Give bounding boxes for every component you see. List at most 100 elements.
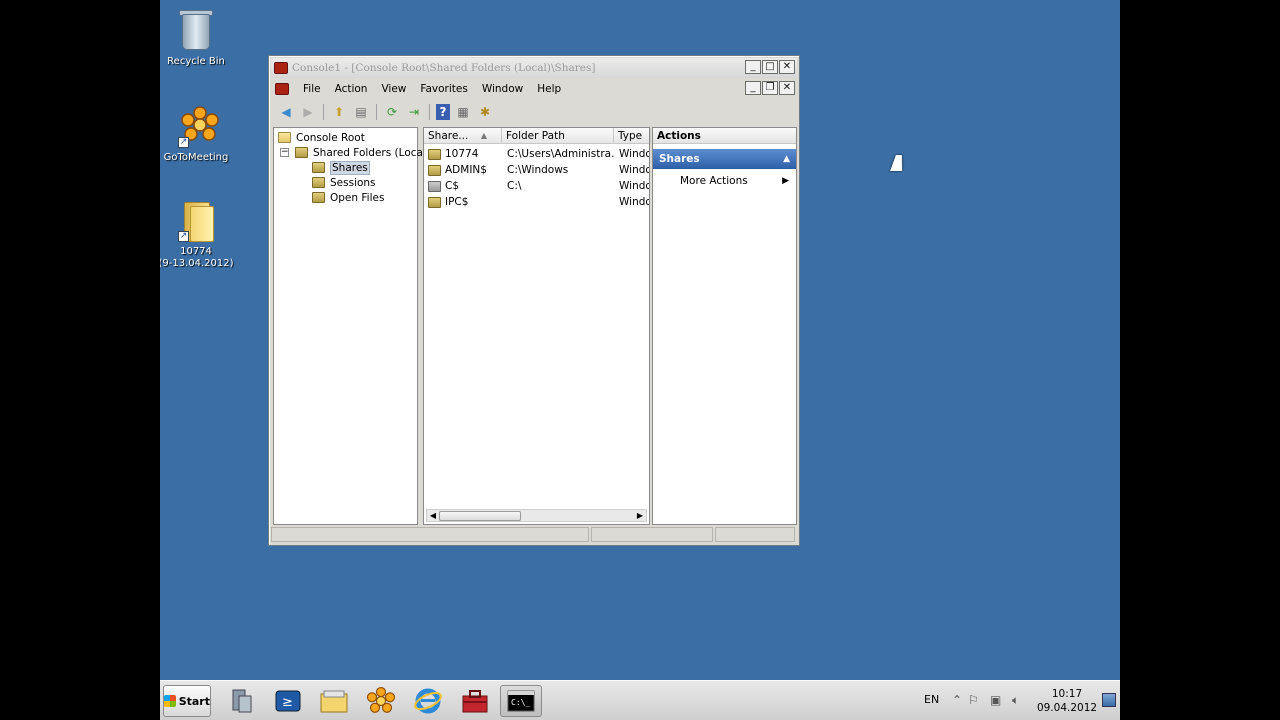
list-item[interactable]: IPC$ Windo bbox=[424, 194, 649, 210]
column-header-type[interactable]: Type bbox=[614, 128, 651, 144]
tree-item-sessions[interactable]: Sessions bbox=[312, 175, 376, 190]
show-desktop-button[interactable] bbox=[1102, 693, 1116, 707]
taskbar-explorer[interactable] bbox=[313, 685, 355, 717]
volume-icon[interactable]: 🔈︎ bbox=[1012, 693, 1019, 708]
sessions-icon bbox=[312, 177, 325, 188]
taskbar-powershell[interactable]: ≥ bbox=[267, 685, 309, 717]
desktop-icon-label: 10774 bbox=[180, 246, 212, 257]
scroll-right-icon[interactable]: ▶ bbox=[634, 510, 646, 521]
new-share-icon[interactable]: ✱ bbox=[476, 104, 494, 120]
status-cell bbox=[591, 527, 713, 542]
submenu-arrow-icon: ▶ bbox=[782, 176, 789, 186]
desktop-icon-gotomeeting[interactable]: ↗ GoToMeeting bbox=[160, 104, 236, 164]
tree-item-shares[interactable]: Shares bbox=[312, 160, 370, 175]
maximize-button[interactable]: □ bbox=[762, 60, 778, 74]
clock-date: 09.04.2012 bbox=[1036, 702, 1098, 714]
folder-path: C:\ bbox=[507, 180, 522, 192]
share-name: 10774 bbox=[445, 148, 479, 160]
start-button[interactable]: Start bbox=[163, 685, 211, 717]
child-close-button[interactable]: ✕ bbox=[779, 81, 795, 95]
share-icon bbox=[428, 165, 441, 176]
actions-pane: Actions Shares ▲ More Actions ▶ bbox=[652, 127, 797, 525]
export-list-icon[interactable]: ⇥ bbox=[405, 104, 423, 120]
menu-help[interactable]: Help bbox=[531, 83, 569, 95]
desktop-icon-label: Recycle Bin bbox=[167, 56, 225, 67]
tree-item-label: Sessions bbox=[330, 176, 376, 189]
more-actions-item[interactable]: More Actions ▶ bbox=[653, 173, 796, 189]
child-restore-button[interactable]: ❐ bbox=[762, 81, 778, 95]
show-hide-console-tree-icon[interactable]: ▤ bbox=[352, 104, 370, 120]
mmc-app-icon[interactable] bbox=[274, 62, 288, 74]
gotomeeting-icon: ↗ bbox=[176, 104, 219, 148]
drive-share-icon bbox=[428, 181, 441, 192]
network-icon[interactable]: ▣ bbox=[990, 693, 1001, 707]
actions-header: Actions bbox=[653, 128, 796, 144]
show-hidden-icons-icon[interactable]: ⌃ bbox=[952, 693, 962, 707]
scroll-left-icon[interactable]: ◀ bbox=[427, 510, 439, 521]
collapse-section-icon[interactable]: ▲ bbox=[783, 149, 790, 169]
menu-file[interactable]: File bbox=[297, 83, 329, 95]
desktop: Recycle Bin ↗ GoToMeeting ↗ 10774 (9-13.… bbox=[160, 0, 1120, 680]
console-tree: Console Root − Shared Folders (Local) Sh… bbox=[273, 127, 430, 525]
title-bar[interactable]: Console1 - [Console Root\Shared Folders … bbox=[271, 58, 797, 78]
server-manager-icon bbox=[232, 689, 252, 713]
refresh-icon[interactable]: ⟳ bbox=[383, 104, 401, 120]
taskbar: Start ≥ C:\_ EN ⌃ ⚐ ▣ 🔈︎ 10:17 09.04.201… bbox=[160, 680, 1120, 720]
desktop-icon-recycle-bin[interactable]: Recycle Bin bbox=[160, 8, 236, 68]
back-icon[interactable]: ◀ bbox=[277, 104, 295, 120]
language-indicator[interactable]: EN bbox=[924, 693, 939, 706]
show-hide-action-pane-icon[interactable]: ▦ bbox=[454, 104, 472, 120]
list-header: Share... ▲ Folder Path Type bbox=[424, 128, 651, 144]
list-item[interactable]: C$ C:\ Windo bbox=[424, 178, 649, 194]
tree-item-label: Shares bbox=[330, 160, 370, 175]
list-item[interactable]: 10774 C:\Users\Administra... Windo bbox=[424, 146, 649, 162]
clock[interactable]: 10:17 09.04.2012 bbox=[1036, 687, 1098, 715]
internet-explorer-icon bbox=[414, 688, 442, 714]
desktop-icon-folder-10774[interactable]: ↗ 10774 (9-13.04.2012) bbox=[160, 198, 236, 270]
share-name: ADMIN$ bbox=[445, 164, 487, 176]
shares-icon bbox=[312, 162, 325, 173]
tree-item-label: Shared Folders (Local) bbox=[313, 146, 430, 159]
close-button[interactable]: ✕ bbox=[779, 60, 795, 74]
column-header-share-name[interactable]: Share... ▲ bbox=[424, 128, 502, 144]
section-label: Shares bbox=[659, 153, 700, 165]
desktop-icon-label: GoToMeeting bbox=[163, 152, 229, 163]
desktop-icon-sublabel: (9-13.04.2012) bbox=[160, 258, 234, 269]
horizontal-scrollbar[interactable]: ◀ ▶ bbox=[426, 509, 647, 522]
taskbar-toolbox[interactable] bbox=[454, 685, 496, 717]
taskbar-command-prompt[interactable]: C:\_ bbox=[500, 685, 542, 717]
minimize-button[interactable]: _ bbox=[745, 60, 761, 74]
clock-time: 10:17 bbox=[1051, 688, 1083, 700]
scrollbar-thumb[interactable] bbox=[439, 511, 521, 521]
folder-icon: ↗ bbox=[176, 198, 216, 242]
mmc-window: Console1 - [Console Root\Shared Folders … bbox=[268, 55, 800, 546]
sort-ascending-icon: ▲ bbox=[480, 131, 487, 140]
taskbar-server-manager[interactable] bbox=[220, 685, 262, 717]
menu-window[interactable]: Window bbox=[476, 83, 531, 95]
taskbar-internet-explorer[interactable] bbox=[407, 685, 449, 717]
menu-view[interactable]: View bbox=[375, 83, 414, 95]
tree-item-console-root[interactable]: Console Root bbox=[278, 130, 365, 145]
menu-favorites[interactable]: Favorites bbox=[414, 83, 475, 95]
forward-icon[interactable]: ▶ bbox=[299, 104, 317, 120]
tree-item-shared-folders[interactable]: − Shared Folders (Local) bbox=[280, 145, 430, 160]
up-one-level-icon[interactable]: ⬆ bbox=[330, 104, 348, 120]
window-title: Console1 - [Console Root\Shared Folders … bbox=[292, 62, 596, 74]
tree-item-open-files[interactable]: Open Files bbox=[312, 190, 384, 205]
action-center-flag-icon[interactable]: ⚐ bbox=[968, 693, 979, 707]
mdi-child-icon[interactable] bbox=[275, 83, 289, 95]
share-icon bbox=[428, 149, 441, 160]
svg-text:C:\_: C:\_ bbox=[511, 698, 530, 707]
help-icon[interactable]: ? bbox=[436, 104, 450, 120]
child-minimize-button[interactable]: _ bbox=[745, 81, 761, 95]
shortcut-arrow-icon: ↗ bbox=[178, 231, 189, 242]
status-bar bbox=[271, 527, 797, 543]
menu-action[interactable]: Action bbox=[329, 83, 376, 95]
mouse-cursor-icon bbox=[890, 155, 908, 171]
column-header-folder-path[interactable]: Folder Path bbox=[502, 128, 614, 144]
list-item[interactable]: ADMIN$ C:\Windows Windo bbox=[424, 162, 649, 178]
taskbar-gotomeeting[interactable] bbox=[360, 685, 402, 717]
collapse-icon[interactable]: − bbox=[280, 148, 289, 157]
actions-section-shares[interactable]: Shares ▲ bbox=[653, 149, 796, 169]
share-type: Windo bbox=[619, 180, 649, 192]
